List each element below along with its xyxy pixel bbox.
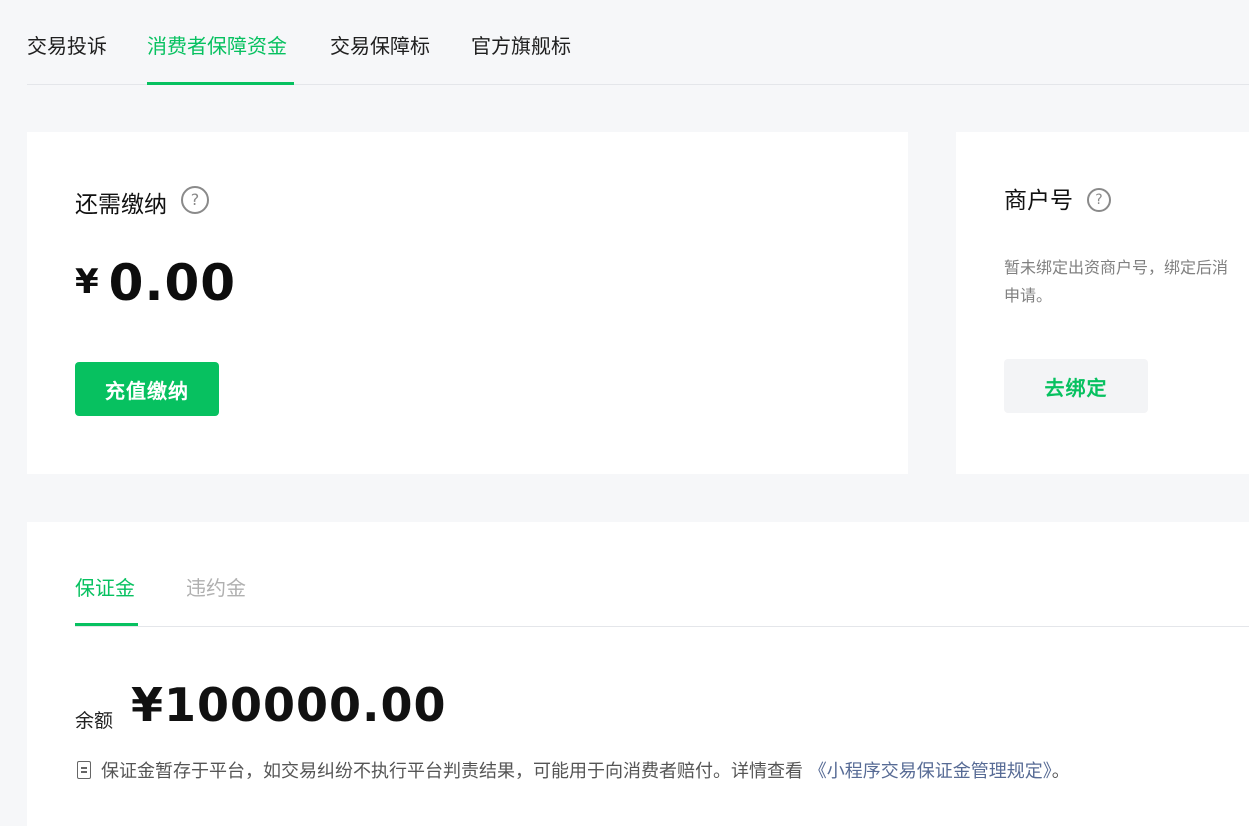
help-icon[interactable]: ? [181, 186, 209, 214]
currency-symbol: ¥ [75, 262, 99, 302]
tab-deposit[interactable]: 保证金 [75, 574, 135, 602]
deposit-note: 保证金暂存于平台，如交易纠纷不执行平台判责结果，可能用于向消费者赔付。详情查看 … [77, 758, 1070, 786]
merchant-description-line-1: 暂未绑定出资商户号，绑定后消 [1004, 258, 1229, 277]
deposit-note-text: 保证金暂存于平台，如交易纠纷不执行平台判责结果，可能用于向消费者赔付。详情查看 [101, 761, 803, 782]
balance-label: 余额 [75, 710, 114, 732]
top-tab-bar: 交易投诉 消费者保障资金 交易保障标 官方旗舰标 [27, 0, 1249, 85]
merchant-id-card: 商户号 ? 暂未绑定出资商户号，绑定后消 申请。 去绑定 [956, 132, 1249, 474]
deposit-tab-bar: 保证金 违约金 [75, 522, 1249, 627]
document-icon [77, 761, 91, 779]
payment-due-amount: ¥0.00 [75, 254, 236, 312]
deposit-rules-link[interactable]: 《小程序交易保证金管理规定》 [809, 761, 1052, 782]
payment-due-title: 还需缴纳 [75, 192, 167, 218]
merchant-description: 暂未绑定出资商户号，绑定后消 申请。 [1004, 254, 1249, 310]
active-tab-underline [147, 82, 294, 85]
tab-consumer-protection-fund[interactable]: 消费者保障资金 [147, 32, 287, 60]
merchant-description-line-2: 申请。 [1004, 286, 1053, 305]
bind-merchant-button[interactable]: 去绑定 [1004, 359, 1148, 413]
help-icon[interactable]: ? [1087, 188, 1111, 212]
merchant-id-title: 商户号 [1004, 188, 1073, 214]
tab-official-flagship-badge[interactable]: 官方旗舰标 [471, 32, 571, 60]
recharge-pay-button[interactable]: 充值缴纳 [75, 362, 219, 416]
active-subtab-underline [75, 623, 138, 626]
deposit-section: 保证金 违约金 余额 ¥100000.00 保证金暂存于平台，如交易纠纷不执行平… [27, 522, 1249, 826]
deposit-note-end: 。 [1051, 761, 1070, 782]
tab-penalty[interactable]: 违约金 [186, 574, 246, 602]
amount-value: 0.00 [108, 254, 237, 312]
payment-due-card: 还需缴纳 ? ¥0.00 充值缴纳 [27, 132, 908, 474]
balance-value: ¥100000.00 [131, 678, 447, 732]
tab-trade-guarantee-badge[interactable]: 交易保障标 [330, 32, 430, 60]
tab-trade-complaints[interactable]: 交易投诉 [27, 32, 107, 60]
